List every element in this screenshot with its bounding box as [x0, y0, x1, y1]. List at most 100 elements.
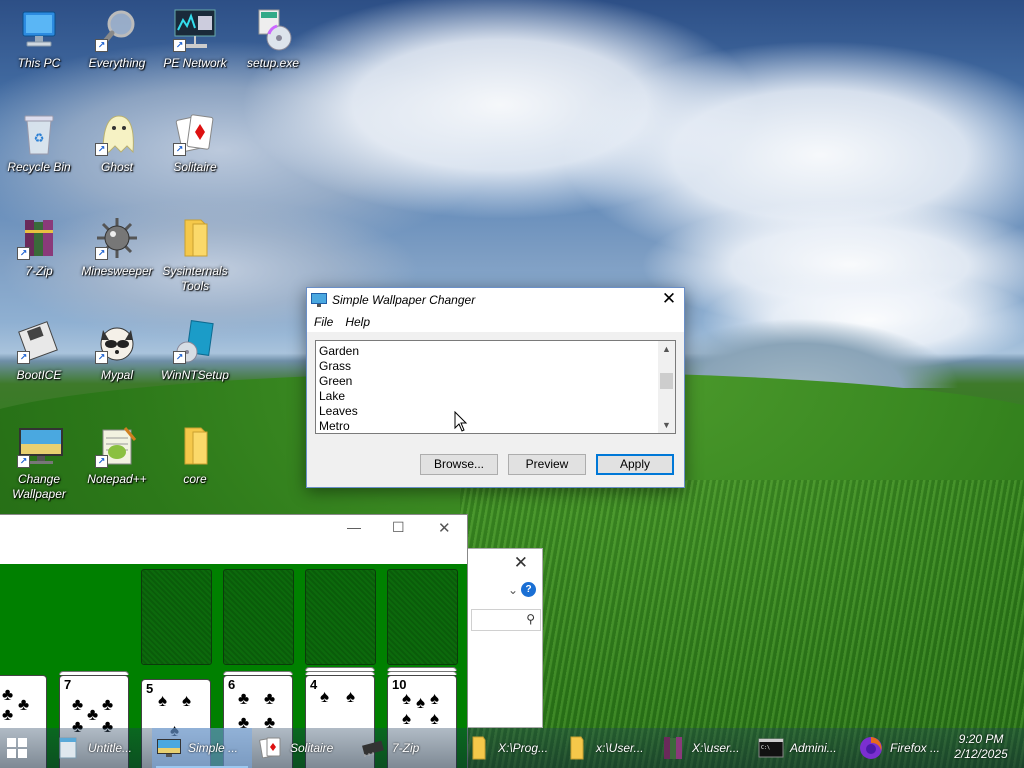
browse-button[interactable]: Browse... [420, 454, 498, 475]
taskbar-item-7-zip-archive[interactable]: X:\user... [656, 728, 752, 768]
desktop-icon-label: setup.exe [246, 56, 300, 70]
network-icon: ↗ [173, 8, 217, 52]
svg-text:♻: ♻ [34, 131, 45, 145]
search-icon: ⚲ [526, 612, 535, 626]
monitor-landscape-icon: ↗ [17, 424, 63, 468]
listbox-scrollbar[interactable]: ▲ ▼ [658, 341, 675, 433]
apply-button[interactable]: Apply [596, 454, 674, 475]
installer-disc-icon [251, 8, 295, 52]
scrollbar-thumb[interactable] [660, 373, 673, 389]
desktop-icon-everything[interactable]: ↗ Everything [78, 8, 156, 71]
desktop-icon-ghost[interactable]: ↗ Ghost [78, 112, 156, 175]
desktop-icon-label: WinNTSetup [161, 368, 229, 382]
desktop-icon-label: Mypal [100, 368, 133, 382]
desktop-icon-label: Recycle Bin [7, 160, 71, 174]
chevron-down-icon[interactable]: ⌄ [508, 583, 518, 597]
menu-file[interactable]: File [314, 315, 333, 329]
cmd-icon: C:\ [758, 738, 784, 758]
folder-icon [472, 736, 486, 760]
magnifier-icon: ↗ [95, 8, 139, 52]
shortcut-arrow-icon: ↗ [17, 351, 30, 364]
desktop-icon-notepad-plus-plus[interactable]: ↗ Notepad++ [78, 424, 156, 487]
taskbar-item-program-folder[interactable]: X:\Prog... [462, 728, 560, 768]
desktop-icon-label: Change Wallpaper [12, 472, 66, 501]
foundation-pile[interactable] [223, 569, 294, 665]
taskbar-item-wallpaper-changer[interactable]: Simple ... [152, 728, 252, 768]
desktop-icon-core[interactable]: core [156, 424, 234, 487]
list-item[interactable]: Grass [319, 359, 657, 374]
desktop-icon-solitaire[interactable]: ↗ Solitaire [156, 112, 234, 175]
taskbar-clock[interactable]: 9:20 PM 2/12/2025 [948, 728, 1014, 768]
desktop-icon-label: 7-Zip [25, 264, 53, 278]
desktop-icon-recycle-bin[interactable]: ♻ Recycle Bin [0, 112, 78, 175]
desktop-icon-7-zip[interactable]: ↗ 7-Zip [0, 216, 78, 279]
desktop-icon-this-pc[interactable]: This PC [0, 8, 78, 71]
desktop-icon-label: core [183, 472, 207, 486]
shortcut-arrow-icon: ↗ [173, 351, 186, 364]
desktop-icon-change-wallpaper[interactable]: ↗ Change Wallpaper [0, 424, 78, 502]
preview-button[interactable]: Preview [508, 454, 586, 475]
computer-icon [17, 8, 61, 52]
list-item[interactable]: Green [319, 374, 657, 389]
notepad-icon [59, 737, 77, 759]
list-item[interactable]: Garden [319, 344, 657, 359]
scroll-up-icon[interactable]: ▲ [658, 341, 675, 357]
shortcut-arrow-icon: ↗ [173, 143, 186, 156]
taskbar-item-admin-cmd[interactable]: C:\ Admini... [754, 728, 852, 768]
solitaire-titlebar[interactable]: — ☐ ✕ [0, 515, 467, 545]
desktop-icon-label: Ghost [100, 160, 133, 174]
shortcut-arrow-icon: ↗ [17, 247, 30, 260]
desktop-icon-setup-exe[interactable]: setup.exe [234, 8, 312, 71]
start-button[interactable] [0, 728, 48, 768]
taskbar: Untitle... Simple ... Solitaire 7-Zip X:… [0, 728, 1024, 768]
wallpaper-listbox[interactable]: Garden Grass Green Lake Leaves Metro ▲ ▼ [315, 340, 676, 434]
floppy-icon: ↗ [17, 320, 61, 364]
folder-icon [173, 216, 217, 260]
wallpaper-changer-icon [157, 739, 181, 757]
shortcut-arrow-icon: ↗ [95, 455, 108, 468]
list-item[interactable]: Lake [319, 389, 657, 404]
start-icon [7, 738, 27, 758]
list-item[interactable]: Metro [319, 419, 657, 433]
desktop-icon-pe-network[interactable]: ↗ PE Network [156, 8, 234, 71]
notepad-plus-icon: ↗ [95, 424, 139, 468]
explorer-close-button[interactable]: ✕ [514, 553, 528, 573]
foundation-pile[interactable] [141, 569, 212, 665]
desktop-icon-winntsetup[interactable]: ↗ WinNTSetup [156, 320, 234, 383]
folder-icon [173, 424, 217, 468]
desktop-icon-label: Everything [88, 56, 146, 70]
taskbar-item-user-folder[interactable]: x:\User... [560, 728, 656, 768]
dialog-titlebar[interactable]: Simple Wallpaper Changer ✕ [307, 288, 684, 312]
mine-icon: ↗ [95, 216, 139, 260]
desktop-icon-label: Notepad++ [87, 472, 147, 486]
desktop-icon-bootice[interactable]: ↗ BootICE [0, 320, 78, 383]
desktop-icon-mypal[interactable]: ↗ Mypal [78, 320, 156, 383]
desktop-icon-sysinternals-tools[interactable]: Sysinternals Tools [156, 216, 234, 294]
foundation-pile[interactable] [305, 569, 376, 665]
foundation-pile[interactable] [387, 569, 458, 665]
taskbar-item-solitaire[interactable]: Solitaire [254, 728, 354, 768]
svg-text:C:\: C:\ [761, 745, 770, 751]
help-icon[interactable]: ? [521, 582, 536, 597]
playing-card-icon [259, 737, 281, 759]
scroll-down-icon[interactable]: ▼ [658, 417, 675, 433]
taskbar-item-7-zip[interactable]: 7-Zip [356, 728, 460, 768]
shortcut-arrow-icon: ↗ [95, 143, 108, 156]
ghost-icon: ↗ [95, 112, 139, 156]
taskbar-item-firefox[interactable]: Firefox ... [854, 728, 952, 768]
explorer-search-input[interactable]: ⚲ [471, 609, 541, 631]
taskbar-item-notepad[interactable]: Untitle... [52, 728, 152, 768]
maximize-button[interactable]: ☐ [392, 519, 405, 536]
shortcut-arrow-icon: ↗ [173, 39, 186, 52]
close-button[interactable]: ✕ [438, 519, 451, 537]
close-button[interactable]: ✕ [654, 288, 684, 312]
dialog-title: Simple Wallpaper Changer [332, 293, 476, 307]
minimize-button[interactable]: — [347, 519, 361, 535]
shortcut-arrow-icon: ↗ [95, 247, 108, 260]
desktop-icon-label: Sysinternals Tools [162, 264, 228, 293]
chip-icon [362, 740, 384, 757]
desktop-icon-minesweeper[interactable]: ↗ Minesweeper [78, 216, 156, 279]
list-item[interactable]: Leaves [319, 404, 657, 419]
desktop-icon-label: PE Network [163, 56, 227, 70]
menu-help[interactable]: Help [345, 315, 370, 329]
